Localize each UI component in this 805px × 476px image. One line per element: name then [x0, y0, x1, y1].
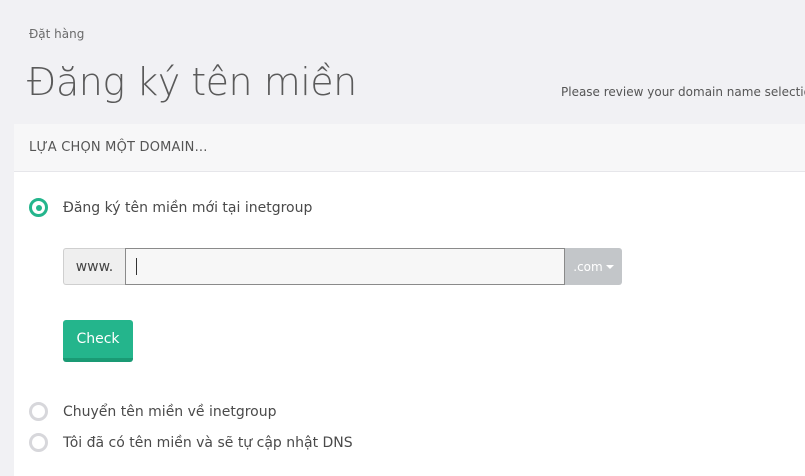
domain-input[interactable]: [125, 248, 565, 285]
chevron-down-icon: [605, 264, 614, 269]
check-button[interactable]: Check: [63, 320, 133, 362]
page-subtitle: Please review your domain name selection…: [561, 85, 805, 99]
radio-own-domain[interactable]: [29, 433, 48, 452]
panel-heading: LỰA CHỌN MỘT DOMAIN...: [14, 124, 805, 172]
text-cursor: [136, 258, 137, 275]
page-title: Đăng ký tên miền: [27, 60, 357, 104]
breadcrumb-current: Đặt hàng: [29, 27, 85, 41]
domain-search-group: www. .com: [63, 248, 622, 285]
domain-selection-panel: LỰA CHỌN MỘT DOMAIN... Đăng ký tên miền …: [14, 124, 805, 476]
tld-selected: .com: [573, 259, 603, 274]
tld-dropdown[interactable]: .com: [565, 248, 622, 285]
radio-transfer[interactable]: [29, 402, 48, 421]
option-register-new[interactable]: Đăng ký tên miền mới tại inetgroup: [29, 198, 312, 217]
option-transfer-label: Chuyển tên miền về inetgroup: [63, 403, 277, 420]
option-transfer[interactable]: Chuyển tên miền về inetgroup: [29, 402, 277, 421]
option-own-domain[interactable]: Tôi đã có tên miền và sẽ tự cập nhật DNS: [29, 433, 353, 452]
domain-prefix: www.: [63, 248, 125, 285]
option-own-domain-label: Tôi đã có tên miền và sẽ tự cập nhật DNS: [63, 434, 353, 451]
radio-register-new[interactable]: [29, 198, 48, 217]
breadcrumb: Đặt hàng: [29, 27, 84, 41]
option-register-new-label: Đăng ký tên miền mới tại inetgroup: [63, 199, 313, 216]
